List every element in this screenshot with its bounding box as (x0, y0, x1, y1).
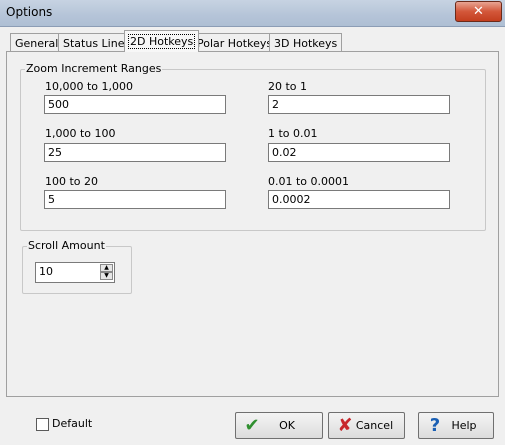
spinner-down-button[interactable]: ▼ (100, 272, 113, 280)
tab-status-line[interactable]: Status Line (58, 33, 130, 52)
x-mark-icon: ✘ (337, 415, 353, 436)
field-label-0.01-0.0001: 0.01 to 0.0001 (268, 175, 350, 188)
cancel-button[interactable]: ✘ Cancel (328, 412, 405, 439)
question-mark-icon: ? (429, 415, 441, 436)
title-bar[interactable]: Options ✕ (0, 0, 505, 27)
checkmark-icon: ✔ (244, 415, 260, 436)
zoom-100-20-input[interactable]: 5 (44, 190, 226, 209)
field-label-10000-1000: 10,000 to 1,000 (45, 80, 134, 93)
scroll-amount-value[interactable]: 10 (39, 265, 53, 278)
tab-label: General (15, 36, 59, 50)
help-button-label: Help (451, 419, 477, 432)
tab-label: 2D Hotkeys (127, 34, 196, 49)
tab-label: Status Line (63, 36, 125, 50)
zoom-1000-100-input[interactable]: 25 (44, 143, 226, 162)
tab-3d-hotkeys[interactable]: 3D Hotkeys (269, 33, 343, 52)
scroll-amount-group-title: Scroll Amount (27, 239, 106, 252)
cancel-button-label: Cancel (355, 419, 394, 432)
close-button[interactable]: ✕ (455, 1, 502, 22)
zoom-1-0.01-input[interactable]: 0.02 (268, 143, 450, 162)
tab-2d-hotkeys[interactable]: 2D Hotkeys (124, 30, 200, 52)
spinner-buttons: ▲ ▼ (100, 264, 113, 281)
field-label-1000-100: 1,000 to 100 (45, 127, 116, 140)
ok-button[interactable]: ✔ OK (235, 412, 323, 439)
ok-button-label: OK (279, 419, 295, 432)
zoom-increment-group-title: Zoom Increment Ranges (25, 62, 163, 75)
zoom-10000-1000-input[interactable]: 500 (44, 95, 226, 114)
default-checkbox[interactable] (36, 418, 49, 431)
scroll-amount-spinner[interactable]: 10 ▲ ▼ (35, 262, 115, 283)
close-icon: ✕ (473, 4, 484, 19)
arrow-down-icon: ▼ (104, 272, 109, 279)
field-label-20-1: 20 to 1 (268, 80, 308, 93)
arrow-up-icon: ▲ (104, 264, 109, 271)
help-button[interactable]: ? Help (418, 412, 494, 439)
zoom-0.01-0.0001-input[interactable]: 0.0002 (268, 190, 450, 209)
tab-label: 3D Hotkeys (274, 36, 338, 50)
default-label: Default (52, 417, 93, 430)
tab-label: Polar Hotkeys (197, 36, 273, 50)
window-title: Options (6, 5, 53, 19)
spinner-up-button[interactable]: ▲ (100, 264, 113, 272)
zoom-20-1-input[interactable]: 2 (268, 95, 450, 114)
tab-general[interactable]: General (10, 33, 64, 52)
tab-polar-hotkeys[interactable]: Polar Hotkeys (192, 33, 278, 52)
field-label-100-20: 100 to 20 (45, 175, 99, 188)
field-label-1-0.01: 1 to 0.01 (268, 127, 318, 140)
